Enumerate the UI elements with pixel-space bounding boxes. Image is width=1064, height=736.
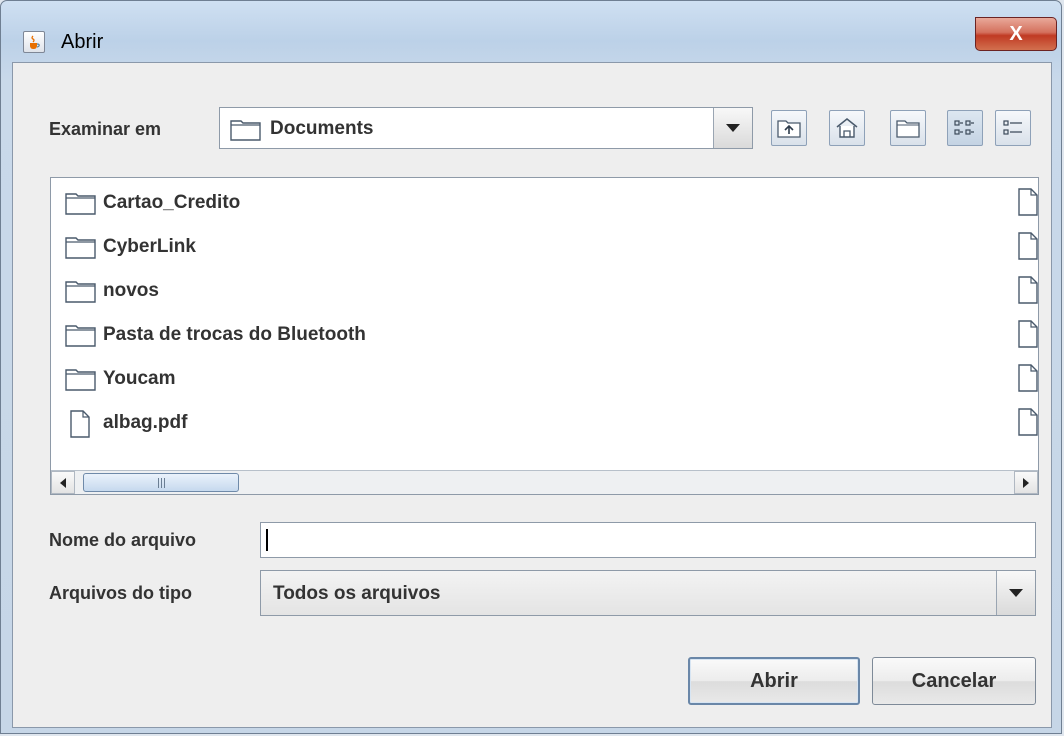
file-name: albag.pdf [103, 412, 188, 433]
file-icon [1017, 408, 1038, 436]
close-icon: X [1009, 22, 1023, 45]
file-icon [1017, 232, 1038, 260]
folder-icon [65, 322, 97, 348]
list-item[interactable]: Youcam [65, 361, 176, 397]
list-view-button[interactable] [947, 110, 983, 146]
look-in-combo[interactable]: Documents [219, 107, 753, 149]
filetype-dropdown-arrow[interactable] [996, 571, 1035, 615]
chevron-left-icon [60, 477, 66, 488]
home-button[interactable] [829, 110, 865, 146]
window-title: Abrir [61, 31, 104, 53]
filename-label: Nome do arquivo [49, 530, 197, 550]
scroll-left-button[interactable] [51, 471, 75, 494]
list-item[interactable]: albag.pdf [65, 405, 187, 441]
horizontal-scrollbar[interactable] [51, 470, 1038, 494]
file-name: CyberLink [103, 236, 196, 257]
file-list[interactable]: Cartao_Credito CyberLink novos Pasta de … [50, 177, 1039, 495]
details-view-icon [1003, 120, 1022, 135]
dialog-body: Examinar em Documents Cartao_Credito Cyb… [12, 62, 1052, 728]
file-chooser-dialog: Abrir X Examinar em Documents Cartao_Cre… [0, 0, 1062, 734]
look-in-dropdown-arrow[interactable] [713, 108, 752, 148]
scroll-right-button[interactable] [1014, 471, 1038, 494]
scrollbar-thumb[interactable] [83, 473, 239, 492]
chevron-down-icon [726, 124, 740, 132]
file-icon [1017, 320, 1038, 348]
filetype-combo[interactable]: Todos os arquivos [260, 570, 1036, 616]
file-name: Cartao_Credito [103, 192, 241, 213]
new-folder-icon [896, 120, 920, 138]
java-cup-icon [23, 31, 45, 53]
look-in-label: Examinar em [49, 119, 162, 139]
file-name: Youcam [103, 368, 176, 389]
folder-icon [230, 117, 262, 146]
home-icon [836, 118, 858, 138]
file-icon [1017, 276, 1038, 304]
folder-icon [65, 366, 97, 392]
details-view-button[interactable] [995, 110, 1031, 146]
file-name: Pasta de trocas do Bluetooth [103, 324, 366, 345]
current-folder: Documents [270, 118, 374, 139]
list-item[interactable]: CyberLink [65, 229, 196, 265]
open-button[interactable]: Abrir [688, 657, 860, 705]
up-one-level-button[interactable] [771, 110, 807, 146]
filetype-selected: Todos os arquivos [273, 583, 441, 604]
new-folder-button[interactable] [890, 110, 926, 146]
close-button[interactable]: X [975, 17, 1057, 51]
chevron-right-icon [1023, 477, 1029, 488]
up-folder-icon [777, 120, 801, 138]
folder-icon [65, 190, 97, 216]
text-caret [266, 529, 268, 551]
file-name: novos [103, 280, 159, 301]
folder-icon [65, 234, 97, 260]
filename-input[interactable] [260, 522, 1036, 558]
cancel-button[interactable]: Cancelar [872, 657, 1036, 705]
chevron-down-icon [1009, 589, 1023, 597]
folder-icon [65, 278, 97, 304]
file-icon [1017, 364, 1038, 392]
list-item[interactable]: novos [65, 273, 159, 309]
list-item[interactable]: Cartao_Credito [65, 185, 240, 221]
list-item[interactable]: Pasta de trocas do Bluetooth [65, 317, 366, 353]
file-icon [65, 410, 97, 438]
list-view-icon [954, 120, 974, 135]
filetype-label: Arquivos do tipo [49, 583, 192, 603]
title-bar[interactable]: Abrir X [1, 1, 1061, 57]
file-icon [1017, 188, 1038, 216]
